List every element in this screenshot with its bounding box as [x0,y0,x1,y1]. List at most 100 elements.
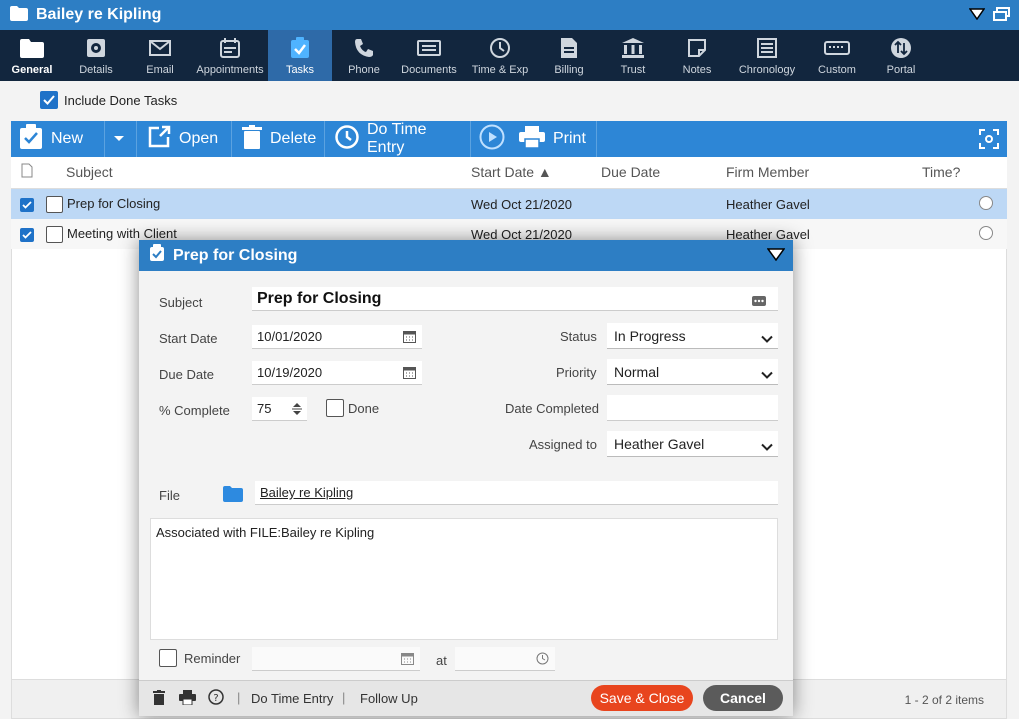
new-task-button[interactable]: New [11,121,105,157]
open-button[interactable]: Open [137,121,232,157]
task-dialog: Prep for Closing Subject Prep for Closin… [139,240,793,716]
percent-complete-stepper[interactable]: 75 [252,397,307,421]
chevron-down-icon [761,439,773,455]
start-date-label: Start Date [159,331,218,346]
row-time-radio[interactable] [979,226,993,240]
column-time[interactable]: Time? [922,164,960,180]
stepper-arrows-icon[interactable] [291,401,303,420]
reminder-label: Reminder [184,651,241,666]
row-firm-member: Heather Gavel [726,197,810,212]
file-link-field[interactable]: Bailey re Kipling [255,481,778,505]
row-subject: Meeting with Client [67,226,177,241]
chronology-icon [757,36,777,60]
column-start-date[interactable]: Start Date ▲ [471,164,552,180]
nav-documents[interactable]: Documents [396,30,462,81]
note-icon [688,36,706,60]
at-label: at [436,653,447,668]
priority-select[interactable]: Normal [607,359,778,385]
new-task-dropdown[interactable] [105,121,137,157]
nav-billing[interactable]: Billing [538,30,600,81]
row-select-checkbox[interactable] [20,228,34,242]
row-subject: Prep for Closing [67,196,161,211]
dropdown-triangle-icon[interactable] [968,8,986,23]
bank-icon [621,36,645,60]
nav-phone[interactable]: Phone [332,30,396,81]
row-done-checkbox[interactable] [46,196,63,213]
due-date-input[interactable]: 10/19/2020 [252,361,422,385]
folder-icon [20,36,44,60]
new-task-icon [19,123,43,155]
notes-textarea[interactable]: Associated with FILE:Bailey re Kipling [150,518,778,640]
delete-button[interactable]: Delete [232,121,325,157]
dialog-footer: ? | Do Time Entry | Follow Up Save & Clo… [139,680,793,716]
footer-do-time-entry-link[interactable]: Do Time Entry [251,691,333,706]
cancel-button[interactable]: Cancel [703,685,783,711]
done-checkbox[interactable] [326,399,344,417]
nav-email[interactable]: Email [128,30,192,81]
calendar-icon[interactable] [403,366,416,382]
status-select[interactable]: In Progress [607,323,778,349]
printer-icon[interactable] [179,690,196,708]
column-subject[interactable]: Subject [66,164,113,180]
restore-window-icon[interactable] [993,7,1011,24]
save-close-button[interactable]: Save & Close [591,685,693,711]
footer-follow-up-link[interactable]: Follow Up [360,691,418,706]
reminder-date-input[interactable] [252,647,420,671]
nav-portal[interactable]: Portal [868,30,934,81]
table-row[interactable]: Prep for Closing Wed Oct 21/2020 Heather… [11,189,1007,219]
calendar-icon[interactable] [401,652,414,668]
fullscreen-focus-icon[interactable] [979,129,999,152]
status-label: Status [560,329,597,344]
nav-time-exp[interactable]: Time & Exp [462,30,538,81]
reminder-time-input[interactable] [455,647,555,671]
assigned-to-label: Assigned to [529,437,597,452]
date-completed-label: Date Completed [505,401,599,416]
folder-icon [10,6,28,24]
assigned-to-select[interactable]: Heather Gavel [607,431,778,457]
column-due-date[interactable]: Due Date [601,164,660,180]
chevron-down-icon [761,331,773,347]
nav-custom[interactable]: Custom [806,30,868,81]
row-done-checkbox[interactable] [46,226,63,243]
play-button[interactable] [471,121,509,157]
nav-tasks[interactable]: Tasks [268,30,332,81]
task-icon [149,244,165,267]
include-done-tasks-row[interactable]: Include Done Tasks [40,91,177,109]
chevron-down-icon [761,367,773,383]
subject-input[interactable]: Prep for Closing [252,287,778,311]
folder-icon[interactable] [223,486,243,505]
row-select-checkbox[interactable] [20,198,34,212]
calendar-icon[interactable] [403,330,416,346]
play-icon [479,124,505,155]
include-done-tasks-checkbox[interactable] [40,91,58,109]
nav-general[interactable]: General [0,30,64,81]
trash-icon[interactable] [153,690,165,708]
print-button[interactable]: Print [509,121,597,157]
nav-appointments[interactable]: Appointments [192,30,268,81]
keyboard-icon [824,36,850,60]
reminder-checkbox[interactable] [159,649,177,667]
subject-label: Subject [159,295,203,310]
file-label: File [159,488,180,503]
window-title: Bailey re Kipling [36,6,162,23]
percent-complete-label: % Complete [159,403,230,418]
dropdown-triangle-icon[interactable] [766,248,786,266]
nav-trust[interactable]: Trust [600,30,666,81]
start-date-input[interactable]: 10/01/2020 [252,325,422,349]
nav-notes[interactable]: Notes [666,30,728,81]
open-external-icon [147,125,171,154]
row-time-radio[interactable] [979,196,993,210]
do-time-entry-button[interactable]: Do Time Entry [325,121,471,157]
column-firm-member[interactable]: Firm Member [726,164,809,180]
help-icon[interactable]: ? [208,689,224,708]
nav-chronology[interactable]: Chronology [728,30,806,81]
date-completed-input[interactable] [607,395,778,421]
more-options-icon[interactable] [752,293,766,311]
dialog-title-bar: Prep for Closing [139,240,793,271]
portal-icon [890,36,912,60]
clock-icon[interactable] [536,652,549,668]
nav-details[interactable]: Details [64,30,128,81]
tasks-grid-header: Subject Start Date ▲ Due Date Firm Membe… [11,157,1007,189]
file-link[interactable]: Bailey re Kipling [260,485,353,500]
row-start-date: Wed Oct 21/2020 [471,197,572,212]
